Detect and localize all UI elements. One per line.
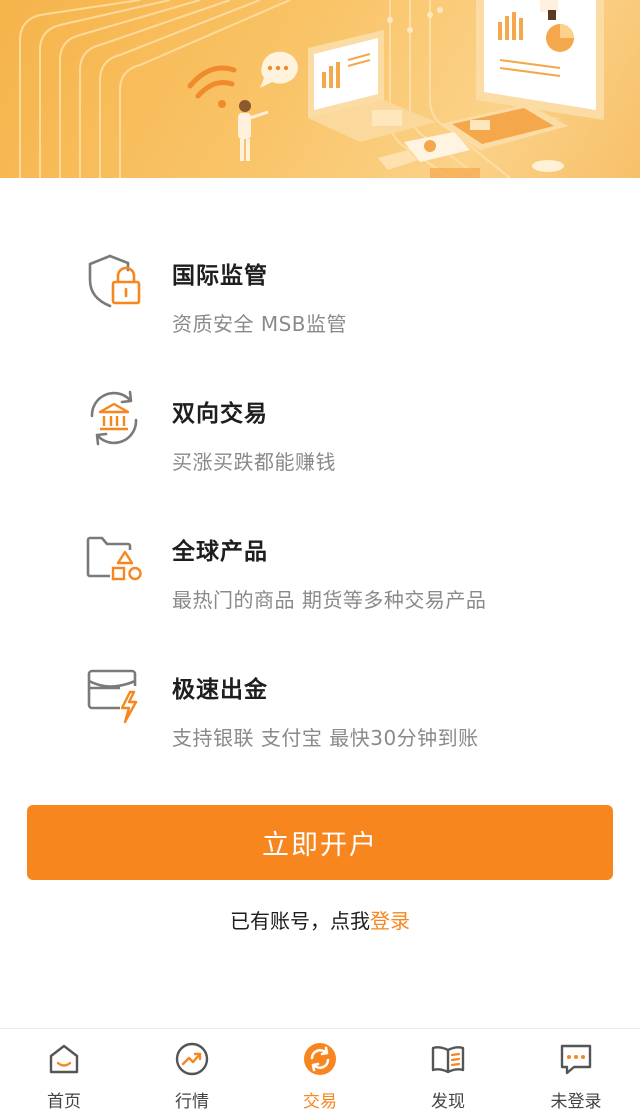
- tab-home[interactable]: 首页: [0, 1029, 128, 1113]
- feature-item-two-way-trading: 双向交易 买涨买跌都能赚钱: [0, 358, 640, 474]
- feature-title: 全球产品: [172, 539, 268, 565]
- bank-sync-icon: [90, 390, 138, 446]
- trend-icon: [175, 1042, 209, 1076]
- tab-label: 未登录: [550, 1092, 602, 1112]
- shield-lock-icon: [88, 254, 141, 308]
- feature-item-fast-withdrawal: 极速出金 支持银联 支付宝 最快30分钟到账: [0, 634, 640, 750]
- folder-shapes-icon: [86, 536, 142, 581]
- tab-label: 行情: [175, 1092, 209, 1112]
- tab-market[interactable]: 行情: [128, 1029, 256, 1113]
- login-prompt-text: 已有账号，点我: [230, 909, 370, 933]
- exchange-icon: [304, 1043, 336, 1075]
- book-icon: [431, 1046, 465, 1074]
- open-account-button[interactable]: 立即开户: [27, 805, 613, 880]
- login-prompt: 已有账号，点我登录: [0, 905, 640, 934]
- tab-label: 发现: [431, 1092, 465, 1112]
- feature-title: 极速出金: [172, 677, 268, 703]
- tab-label: 交易: [303, 1092, 337, 1112]
- tab-discover[interactable]: 发现: [384, 1029, 512, 1113]
- banner-illustration: [19, 0, 604, 178]
- header-banner: [0, 0, 640, 178]
- feature-description: 支持银联 支付宝 最快30分钟到账: [172, 726, 479, 750]
- bottom-tab-bar: 首页 行情 交易 发现 未登录: [0, 1028, 640, 1113]
- card-lightning-icon: [87, 669, 138, 724]
- feature-item-global-products: 全球产品 最热门的商品 期货等多种交易产品: [0, 496, 640, 612]
- feature-item-regulation: 国际监管 资质安全 MSB监管: [0, 220, 640, 336]
- feature-description: 买涨买跌都能赚钱: [172, 450, 336, 474]
- feature-title: 双向交易: [172, 401, 268, 427]
- tab-label: 首页: [47, 1092, 81, 1112]
- tab-trade[interactable]: 交易: [256, 1029, 384, 1113]
- feature-description: 最热门的商品 期货等多种交易产品: [172, 588, 487, 612]
- login-link[interactable]: 登录: [370, 909, 410, 933]
- tab-account[interactable]: 未登录: [512, 1029, 640, 1113]
- chat-dots-icon: [560, 1044, 592, 1075]
- feature-title: 国际监管: [172, 263, 268, 289]
- home-icon: [49, 1044, 79, 1074]
- feature-description: 资质安全 MSB监管: [172, 312, 348, 336]
